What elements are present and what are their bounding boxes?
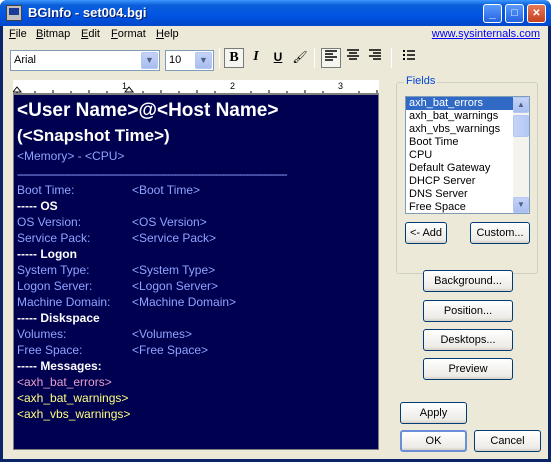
cancel-button[interactable]: Cancel <box>474 430 541 452</box>
editor-section-diskspace: ----- Diskspace <box>17 311 100 325</box>
editor-msg-vbs-warnings: <axh_vbs_warnings> <box>17 407 131 421</box>
ruler-mark-3: 3 <box>338 81 343 91</box>
scroll-thumb[interactable] <box>513 115 529 137</box>
field-list-item[interactable]: axh_bat_warnings <box>406 110 513 123</box>
ruler-ticks: 1 2 3 <box>13 81 378 93</box>
field-list-item[interactable]: axh_bat_errors <box>406 97 513 110</box>
align-center-icon <box>347 49 359 60</box>
field-list-item[interactable]: CPU <box>406 149 513 162</box>
ruler-mark-1: 1 <box>122 81 127 91</box>
editor-msg-bat-warnings: <axh_bat_warnings> <box>17 391 129 405</box>
editor-row: Boot Time: <Boot Time> <box>17 183 201 197</box>
scroll-down-icon[interactable]: ▼ <box>513 197 529 213</box>
maximize-button[interactable]: □ <box>505 4 524 23</box>
font-value: Arial <box>14 54 37 66</box>
bullets-button[interactable] <box>399 48 419 68</box>
editor-subheading: <Memory> - <CPU> <box>17 149 125 163</box>
ruler-mark-2: 2 <box>230 81 235 91</box>
editor-section-os: ----- OS <box>17 199 58 213</box>
client-area: File Bitmap Edit Format Help www.sysinte… <box>3 26 548 459</box>
window-title: BGInfo - set004.bgi <box>28 5 147 20</box>
fields-list-items: axh_bat_errors axh_bat_warnings axh_vbs_wa… <box>406 97 529 213</box>
field-list-item[interactable]: DNS Server <box>406 188 513 201</box>
editor-row: OS Version: <OS Version> <box>17 215 207 229</box>
layout-editor[interactable]: <User Name>@<Host Name> (<Snapshot Time>… <box>13 94 379 450</box>
editor-msg-errors: <axh_bat_errors> <box>17 375 112 389</box>
menu-file[interactable]: File <box>9 28 27 40</box>
align-right-button[interactable] <box>365 48 385 68</box>
fields-list[interactable]: axh_bat_errors axh_bat_warnings axh_vbs_wa… <box>405 96 530 214</box>
close-button[interactable]: ✕ <box>527 4 546 23</box>
ruler[interactable]: 1 2 3 <box>13 80 379 94</box>
indent-marker-icon <box>13 86 23 93</box>
title-bar[interactable]: BGInfo - set004.bgi _ □ ✕ <box>0 0 551 26</box>
editor-row: Volumes: <Volumes> <box>17 327 193 341</box>
background-button[interactable]: Background... <box>423 270 513 292</box>
field-list-item[interactable]: axh_vbs_warnings <box>406 123 513 136</box>
minimize-button[interactable]: _ <box>483 4 502 23</box>
menu-help[interactable]: Help <box>156 28 179 40</box>
field-list-item[interactable]: Boot Time <box>406 136 513 149</box>
field-list-item[interactable]: Default Gateway <box>406 162 513 175</box>
font-combo[interactable]: Arial ▼ <box>10 50 160 71</box>
sysinternals-link[interactable]: www.sysinternals.com <box>432 28 540 40</box>
editor-heading-1: <User Name>@<Host Name> <box>17 100 279 121</box>
editor-row: Machine Domain: <Machine Domain> <box>17 295 237 309</box>
align-left-icon <box>325 50 337 61</box>
toolbar-separator <box>219 48 220 68</box>
font-size-value: 10 <box>169 54 182 66</box>
editor-row: System Type: <System Type> <box>17 263 216 277</box>
editor-section-logon: ----- Logon <box>17 247 77 261</box>
position-button[interactable]: Position... <box>423 300 513 322</box>
menu-bar: File Bitmap Edit Format Help www.sysinte… <box>3 26 548 44</box>
font-size-combo[interactable]: 10 ▼ <box>165 50 214 71</box>
app-icon[interactable] <box>6 5 22 21</box>
text-color-icon[interactable]: 🖌 <box>290 48 310 68</box>
field-list-item[interactable]: Free Space <box>406 201 513 213</box>
menu-edit[interactable]: Edit <box>81 28 100 40</box>
scroll-up-icon[interactable]: ▲ <box>513 97 529 113</box>
field-list-item[interactable]: DHCP Server <box>406 175 513 188</box>
chevron-down-icon[interactable]: ▼ <box>141 52 158 69</box>
bullet-list-icon <box>403 50 415 60</box>
chevron-down-icon[interactable]: ▼ <box>195 52 212 69</box>
editor-heading-2: (<Snapshot Time>) <box>17 126 170 145</box>
fields-title: Fields <box>404 75 438 87</box>
editor-row: Free Space: <Free Space> <box>17 343 209 357</box>
desktops-button[interactable]: Desktops... <box>423 329 513 351</box>
bginfo-window: BGInfo - set004.bgi _ □ ✕ File Bitmap Ed… <box>0 0 551 462</box>
editor-rule: ----------------------------------------… <box>17 167 288 181</box>
toolbar-separator <box>391 48 392 68</box>
editor-row: Service Pack: <Service Pack> <box>17 231 217 245</box>
menu-format[interactable]: Format <box>111 28 146 40</box>
preview-button[interactable]: Preview <box>423 358 513 380</box>
add-field-button[interactable]: <- Add <box>405 222 447 244</box>
align-right-icon <box>369 49 381 60</box>
custom-button[interactable]: Custom... <box>470 222 530 244</box>
align-left-button[interactable] <box>321 48 341 68</box>
editor-section-messages: ----- Messages: <box>17 359 102 373</box>
align-center-button[interactable] <box>343 48 363 68</box>
menu-bitmap[interactable]: Bitmap <box>36 28 70 40</box>
bold-button[interactable]: B <box>224 48 244 68</box>
toolbar-separator <box>314 48 315 68</box>
underline-button[interactable]: U <box>268 48 288 68</box>
apply-button[interactable]: Apply <box>400 402 467 424</box>
editor-row: Logon Server: <Logon Server> <box>17 279 219 293</box>
ok-button[interactable]: OK <box>400 430 467 452</box>
fields-scrollbar[interactable]: ▲ ▼ <box>513 97 529 213</box>
italic-button[interactable]: I <box>246 48 266 68</box>
